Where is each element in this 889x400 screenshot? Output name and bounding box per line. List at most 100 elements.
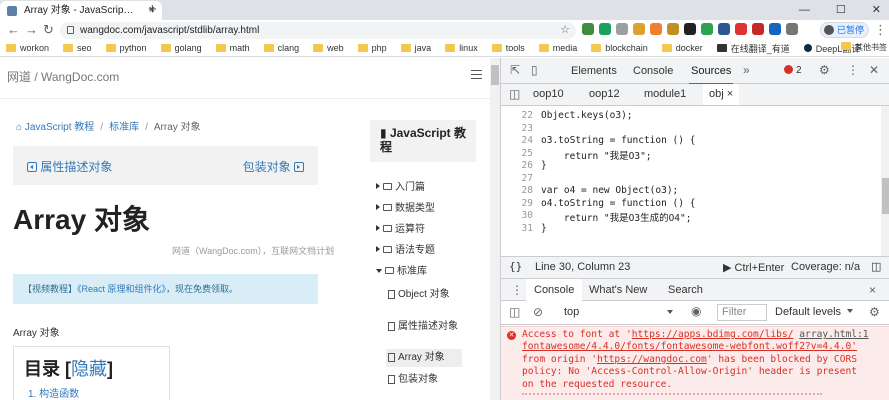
tab-drawer-console[interactable]: Console: [526, 279, 583, 301]
minimize-icon[interactable]: —: [799, 0, 810, 20]
sidebar-item-active[interactable]: Array 对象: [386, 349, 462, 367]
sidebar-item[interactable]: 包装对象: [386, 371, 462, 389]
bookmark-item[interactable]: media: [538, 43, 577, 53]
code-line[interactable]: o4.toString = function () {: [541, 198, 695, 209]
tab-search[interactable]: Search: [668, 284, 703, 296]
extension-icon[interactable]: [582, 23, 594, 35]
extension-icon[interactable]: [599, 23, 611, 35]
clear-console-icon[interactable]: ⊘: [533, 305, 543, 319]
toc-item[interactable]: 1. 构造函数: [28, 385, 79, 400]
bookmark-item[interactable]: seo: [63, 43, 92, 53]
breadcrumb-lib[interactable]: 标准库: [109, 122, 139, 133]
bookmark-item[interactable]: web: [313, 43, 344, 53]
toggle-sidebar-icon[interactable]: ◫: [871, 260, 881, 273]
sidebar-category-open[interactable]: 标准库: [376, 262, 427, 277]
page-scrollbar[interactable]: [490, 58, 500, 400]
code-editor[interactable]: 22 Object.keys(o3); 23 24 o3.toString = …: [501, 106, 881, 256]
bookmark-item[interactable]: php: [357, 43, 387, 53]
other-bookmarks[interactable]: 其他书签: [841, 40, 887, 56]
browser-tab[interactable]: Array 对象 - JavaScript 教程 - 网 ×: [0, 1, 162, 20]
device-toggle-icon[interactable]: ▯: [531, 63, 538, 77]
toggle-navigator-icon[interactable]: ◫: [509, 87, 520, 101]
source-link[interactable]: array.html:1: [799, 329, 868, 340]
bookmark-item[interactable]: python: [105, 43, 147, 53]
code-line[interactable]: return "我是O3生成的O4";: [541, 210, 692, 224]
eye-icon[interactable]: ◉: [691, 304, 701, 318]
toc-hide-link[interactable]: 隐藏: [71, 359, 107, 379]
drawer-menu-icon[interactable]: ⋮: [511, 283, 523, 297]
bookmark-item[interactable]: clang: [263, 43, 299, 53]
browser-menu-icon[interactable]: ⋮: [874, 20, 887, 40]
scrollbar-thumb[interactable]: [882, 178, 889, 214]
origin-link[interactable]: https://wangdoc.com: [597, 354, 707, 365]
tab-elements[interactable]: Elements: [571, 65, 617, 77]
extension-icon[interactable]: [650, 23, 662, 35]
bookmark-star-icon[interactable]: ☆: [560, 22, 570, 39]
log-levels-select[interactable]: Default levels: [775, 306, 854, 318]
font-url-link[interactable]: https://apps.bdimg.com/libs/: [632, 329, 794, 340]
extension-icon[interactable]: [616, 23, 628, 35]
bookmark-item[interactable]: linux: [445, 43, 478, 53]
next-page-link[interactable]: 包装对象: [243, 158, 304, 175]
code-line[interactable]: }: [541, 160, 547, 171]
home-icon[interactable]: ⌂: [16, 122, 25, 133]
extension-icon[interactable]: [633, 23, 645, 35]
bookmark-item[interactable]: tools: [491, 43, 525, 53]
tab-sources[interactable]: Sources: [688, 65, 734, 85]
bookmark-item[interactable]: 在线翻译_有道: [716, 42, 790, 55]
reload-icon[interactable]: ↻: [43, 20, 54, 40]
sidebar-category[interactable]: 数据类型: [376, 199, 435, 214]
extension-icon[interactable]: [752, 23, 764, 35]
sidebar-category[interactable]: 语法专题: [376, 241, 435, 256]
maximize-icon[interactable]: ☐: [836, 0, 846, 20]
forward-icon[interactable]: →: [25, 20, 38, 40]
context-select[interactable]: top: [561, 304, 677, 321]
breadcrumb-home[interactable]: JavaScript 教程: [25, 122, 94, 133]
error-count-badge[interactable]: 2: [784, 65, 802, 76]
puzzle-icon[interactable]: [786, 23, 798, 35]
tab-console[interactable]: Console: [633, 65, 673, 77]
sidebar-item[interactable]: Object 对象: [386, 286, 462, 304]
extension-icon[interactable]: [769, 23, 781, 35]
bookmark-item[interactable]: blockchain: [591, 43, 648, 53]
more-tabs-icon[interactable]: »: [743, 63, 750, 77]
code-line[interactable]: o3.toString = function () {: [541, 135, 695, 146]
sidebar-title[interactable]: ▮ JavaScript 教程: [370, 120, 476, 162]
file-tab[interactable]: module1: [644, 88, 686, 100]
extension-icon[interactable]: [735, 23, 747, 35]
hamburger-menu-icon[interactable]: [471, 70, 482, 79]
console-filter-input[interactable]: Filter: [717, 304, 767, 321]
editor-scrollbar[interactable]: [881, 106, 889, 256]
tab-whats-new[interactable]: What's New: [589, 284, 647, 296]
prev-page-link[interactable]: 属性描述对象: [27, 158, 112, 175]
run-snippet-button[interactable]: ▶ Ctrl+Enter: [723, 261, 784, 274]
close-window-icon[interactable]: ✕: [872, 0, 881, 20]
bookmark-item[interactable]: docker: [661, 43, 703, 53]
sidebar-category[interactable]: 运算符: [376, 220, 425, 235]
console-settings-icon[interactable]: ⚙: [869, 305, 880, 319]
promo-link[interactable]: 《React 原理和组件化》: [77, 284, 166, 294]
bookmark-item[interactable]: workon: [6, 43, 49, 53]
devtools-menu-icon[interactable]: ⋮: [847, 63, 859, 77]
scrollbar-thumb[interactable]: [491, 65, 499, 85]
code-line[interactable]: }: [541, 223, 547, 234]
extension-icon[interactable]: [667, 23, 679, 35]
bookmark-item[interactable]: golang: [160, 43, 202, 53]
file-tab-active[interactable]: obj ×: [703, 84, 740, 105]
inspect-element-icon[interactable]: ⇱: [510, 63, 520, 77]
pretty-print-button[interactable]: {}: [509, 260, 522, 273]
extension-icon[interactable]: [684, 23, 696, 35]
new-tab-button[interactable]: +: [148, 1, 157, 19]
file-tab[interactable]: oop10: [533, 88, 564, 100]
bookmark-item[interactable]: math: [215, 43, 250, 53]
close-drawer-icon[interactable]: ×: [869, 283, 876, 297]
sidebar-item[interactable]: 属性描述对象: [386, 318, 462, 336]
bookmark-item[interactable]: java: [400, 43, 431, 53]
site-title[interactable]: 网道 / WangDoc.com: [7, 68, 119, 85]
code-line[interactable]: var o4 = new Object(o3);: [541, 185, 678, 196]
back-icon[interactable]: ←: [7, 20, 20, 40]
extension-icon[interactable]: [718, 23, 730, 35]
close-file-icon[interactable]: ×: [727, 88, 733, 100]
file-tab[interactable]: oop12: [589, 88, 620, 100]
code-line[interactable]: return "我是O3";: [541, 148, 652, 162]
